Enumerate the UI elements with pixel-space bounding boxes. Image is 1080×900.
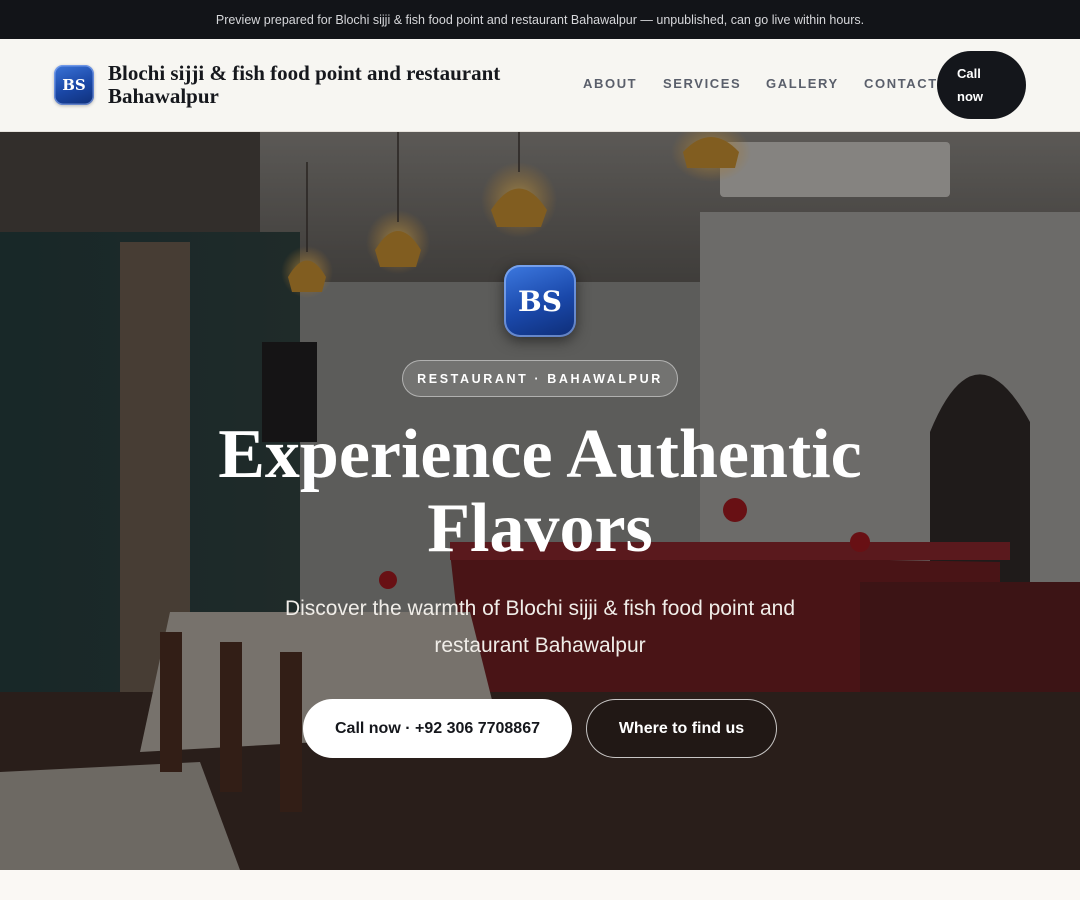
- brand-logo[interactable]: BS: [54, 65, 94, 105]
- category-badge: RESTAURANT · BAHAWALPUR: [402, 360, 678, 397]
- preview-banner: Preview prepared for Blochi sijji & fish…: [0, 0, 1080, 39]
- nav-link-services[interactable]: SERVICES: [663, 76, 741, 91]
- hero-call-button[interactable]: Call now · +92 306 7708867: [303, 699, 572, 758]
- nav-link-contact[interactable]: CONTACT: [864, 76, 938, 91]
- brand-logo-initials: BS: [62, 76, 86, 94]
- site-header: BS Blochi sijji & fish food point and re…: [0, 39, 1080, 132]
- hero-title: Experience Authentic Flavors: [218, 416, 862, 567]
- next-section: [0, 870, 1080, 900]
- nav-link-gallery[interactable]: GALLERY: [766, 76, 839, 91]
- hero-logo-initials: BS: [518, 284, 562, 318]
- hero-logo: BS: [504, 265, 576, 337]
- preview-banner-text: Preview prepared for Blochi sijji & fish…: [215, 12, 865, 27]
- find-us-button[interactable]: Where to find us: [586, 699, 777, 758]
- brand-name[interactable]: Blochi sijji & fish food point and resta…: [108, 62, 548, 108]
- hero-section: BS RESTAURANT · BAHAWALPUR Experience Au…: [0, 132, 1080, 870]
- hero-subtitle: Discover the warmth of Blochi sijji & fi…: [284, 597, 796, 657]
- nav-link-about[interactable]: ABOUT: [583, 76, 637, 91]
- header-call-button[interactable]: Call now: [937, 51, 1026, 119]
